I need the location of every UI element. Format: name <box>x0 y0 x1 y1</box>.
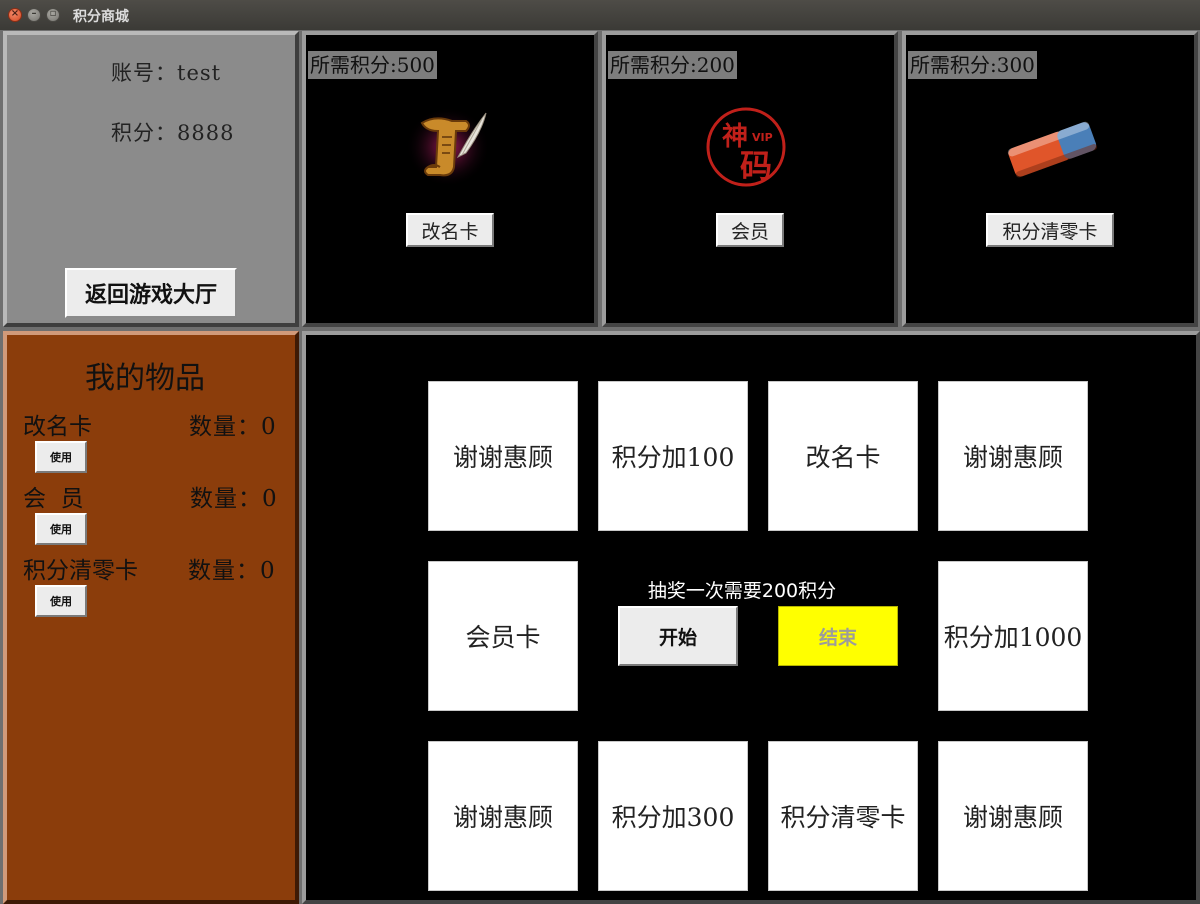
shop-card-vip: 所需积分:200 神 码 VIP 会员 <box>602 31 898 327</box>
prize-cell: 积分加300 <box>598 741 748 891</box>
buy-reset-card-button[interactable]: 积分清零卡 <box>986 213 1114 247</box>
close-icon[interactable]: × <box>8 8 22 22</box>
maximize-glyph: ▫ <box>49 8 57 19</box>
lottery-end-button[interactable]: 结束 <box>778 606 898 666</box>
minimize-glyph: – <box>31 8 37 19</box>
use-rename-button[interactable]: 使用 <box>35 441 87 473</box>
prize-cell: 谢谢惠顾 <box>428 741 578 891</box>
lottery-start-button[interactable]: 开始 <box>618 606 738 666</box>
use-reset-button[interactable]: 使用 <box>35 585 87 617</box>
shop-card-reset: 所需积分:300 积分清零卡 <box>902 31 1198 327</box>
item-name-rename: 改名卡 <box>23 414 92 440</box>
item-name-reset: 积分清零卡 <box>23 558 138 584</box>
use-vip-button[interactable]: 使用 <box>35 513 87 545</box>
vip-seal-icon: 神 码 VIP <box>700 101 800 191</box>
shop-price: 所需积分:200 <box>608 51 737 79</box>
seal-badge: VIP <box>752 131 773 144</box>
item-qty-rename: 数量：0 <box>189 414 277 440</box>
maximize-icon[interactable]: ▫ <box>46 8 60 22</box>
close-glyph: × <box>10 8 20 19</box>
prize-cell: 谢谢惠顾 <box>428 381 578 531</box>
my-items-panel: 我的物品 改名卡 数量：0 使用 会 员 数量：0 使用 积分清零卡 数量：0 … <box>3 331 299 904</box>
seal-char-2: 码 <box>740 147 772 185</box>
scroll-quill-icon <box>400 101 500 191</box>
minimize-icon[interactable]: – <box>27 8 41 22</box>
prize-cell: 积分清零卡 <box>768 741 918 891</box>
prize-cell: 会员卡 <box>428 561 578 711</box>
shop-price: 所需积分:300 <box>908 51 1037 79</box>
my-items-title: 我的物品 <box>85 361 205 396</box>
item-qty-reset: 数量：0 <box>188 558 276 584</box>
shop-price: 所需积分:500 <box>308 51 437 79</box>
account-points: 积分：8888 <box>111 121 235 145</box>
buy-vip-button[interactable]: 会员 <box>716 213 784 247</box>
item-name-vip: 会 员 <box>23 486 84 512</box>
prize-cell: 改名卡 <box>768 381 918 531</box>
back-to-lobby-button[interactable]: 返回游戏大厅 <box>65 268 237 318</box>
window-titlebar: × – ▫ 积分商城 <box>0 0 1200 30</box>
account-panel: 账号：test 积分：8888 返回游戏大厅 <box>3 31 299 327</box>
lottery-cost-note: 抽奖一次需要200积分 <box>647 580 837 602</box>
prize-cell: 谢谢惠顾 <box>938 741 1088 891</box>
prize-cell: 积分加1000 <box>938 561 1088 711</box>
window-title: 积分商城 <box>73 9 129 25</box>
lottery-panel: 谢谢惠顾 积分加100 改名卡 谢谢惠顾 会员卡 积分加1000 谢谢惠顾 积分… <box>302 331 1200 904</box>
account-name: 账号：test <box>111 61 222 85</box>
eraser-icon <box>1000 101 1100 191</box>
buy-rename-card-button[interactable]: 改名卡 <box>406 213 494 247</box>
prize-cell: 积分加100 <box>598 381 748 531</box>
prize-cell: 谢谢惠顾 <box>938 381 1088 531</box>
shop-card-rename: 所需积分:500 改名卡 <box>302 31 598 327</box>
item-qty-vip: 数量：0 <box>190 486 278 512</box>
